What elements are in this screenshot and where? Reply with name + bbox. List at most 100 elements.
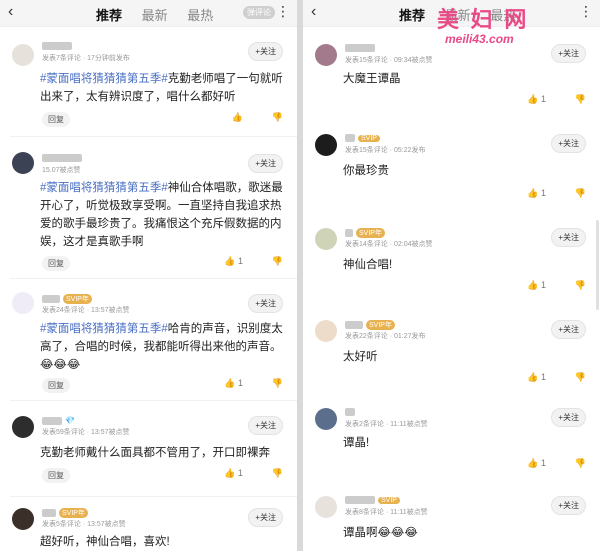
dislike-button[interactable]: 👎 bbox=[575, 280, 586, 291]
avatar[interactable] bbox=[315, 134, 337, 156]
topic-tag[interactable]: #蒙面唱将猜猜猜第五季# bbox=[40, 323, 168, 335]
follow-button[interactable]: +关注 bbox=[248, 42, 283, 61]
dislike-button[interactable]: 👎 bbox=[272, 468, 283, 479]
like-button[interactable]: 👍 1 bbox=[527, 94, 546, 105]
avatar[interactable] bbox=[12, 44, 34, 66]
avatar[interactable] bbox=[315, 228, 337, 250]
comment-item: SVIP年 发表14条评论 · 02:04被点赞 +关注 神仙合唱! 👍 1 👎 bbox=[303, 226, 600, 298]
dislike-button[interactable]: 👎 bbox=[575, 94, 586, 105]
tab-bar: 推荐 最新 最热 bbox=[96, 5, 229, 24]
bullet-comment-toggle[interactable]: 弹评论 bbox=[243, 6, 275, 19]
follow-button[interactable]: +关注 bbox=[248, 154, 283, 173]
dislike-button[interactable]: 👎 bbox=[272, 378, 283, 389]
tab-recommended[interactable]: 推荐 bbox=[96, 8, 122, 23]
follow-button[interactable]: +关注 bbox=[248, 416, 283, 435]
like-count: 1 bbox=[540, 458, 546, 468]
like-button[interactable]: 👍 1 bbox=[224, 256, 243, 267]
follow-button[interactable]: +关注 bbox=[248, 508, 283, 527]
like-count: 1 bbox=[540, 280, 546, 290]
tab-hottest[interactable]: 最热 bbox=[490, 8, 516, 23]
divider bbox=[10, 136, 297, 137]
comment-item: SVIP年 发表5条评论 · 13:57被点赞 +关注 超好听，神仙合唱，喜欢! bbox=[0, 506, 297, 551]
like-button[interactable]: 👍 1 bbox=[527, 372, 546, 383]
comment-text: #蒙面唱将猜猜猜第五季#克勤老师唱了一句就听出来了，太有辨识度了，唱什么都好听 bbox=[40, 73, 283, 103]
comment-item: SVIP年 发表22条评论 · 01:27发布 +关注 太好听 👍 1 👎 bbox=[303, 318, 600, 390]
avatar[interactable] bbox=[315, 320, 337, 342]
avatar[interactable] bbox=[12, 292, 34, 314]
dislike-button[interactable]: 👎 bbox=[272, 112, 283, 123]
back-icon[interactable]: ‹ bbox=[8, 3, 13, 21]
vip-badge: SVIP bbox=[358, 134, 380, 142]
avatar[interactable] bbox=[12, 416, 34, 438]
tab-recommended[interactable]: 推荐 bbox=[399, 8, 425, 23]
comment-meta: 发表22条评论 · 01:27发布 bbox=[345, 333, 426, 340]
like-count: 1 bbox=[237, 378, 243, 388]
username[interactable]: SVIP bbox=[345, 134, 380, 142]
follow-button[interactable]: +关注 bbox=[551, 320, 586, 339]
username[interactable] bbox=[345, 44, 375, 52]
comment-item: SVIP 发表15条评论 · 05:22发布 +关注 你最珍贵 👍 1 👎 bbox=[303, 132, 600, 204]
more-icon[interactable]: ⋮ bbox=[276, 3, 290, 20]
more-icon[interactable]: ⋮ bbox=[579, 3, 593, 20]
reply-button[interactable]: 回复 bbox=[42, 468, 70, 483]
like-button[interactable]: 👍 bbox=[232, 112, 243, 123]
comment-text: 谭晶! bbox=[343, 437, 370, 449]
username[interactable]: SVIP bbox=[345, 496, 400, 504]
comment-meta: 发表7条评论 · 17分钟前发布 bbox=[42, 55, 130, 62]
like-count: 1 bbox=[540, 188, 546, 198]
comment-meta: 发表5条评论 · 13:57被点赞 bbox=[42, 521, 126, 528]
comment-item: 发表15条评论 · 09:34被点赞 +关注 大魔王谭晶 👍 1 👎 bbox=[303, 42, 600, 114]
vip-badge: SVIP bbox=[378, 496, 400, 504]
username[interactable]: SVIP年 bbox=[42, 294, 92, 304]
comment-text: #蒙面唱将猜猜猜第五季#神仙合体唱歌，歌迷最开心了，听觉极致享受啊。一直坚持自我… bbox=[40, 182, 283, 248]
follow-button[interactable]: +关注 bbox=[551, 228, 586, 247]
back-icon[interactable]: ‹ bbox=[311, 3, 316, 21]
vip-badge: SVIP年 bbox=[63, 294, 92, 304]
like-button[interactable]: 👍 1 bbox=[527, 280, 546, 291]
dislike-button[interactable]: 👎 bbox=[575, 188, 586, 199]
avatar[interactable] bbox=[12, 508, 34, 530]
username[interactable] bbox=[42, 154, 82, 162]
avatar[interactable] bbox=[315, 408, 337, 430]
avatar[interactable] bbox=[315, 496, 337, 518]
reply-button[interactable]: 回复 bbox=[42, 112, 70, 127]
like-button[interactable]: 👍 1 bbox=[224, 468, 243, 479]
tab-latest[interactable]: 最新 bbox=[142, 8, 168, 23]
reply-button[interactable]: 回复 bbox=[42, 378, 70, 393]
avatar[interactable] bbox=[315, 44, 337, 66]
follow-button[interactable]: +关注 bbox=[551, 408, 586, 427]
like-button[interactable]: 👍 1 bbox=[527, 188, 546, 199]
right-panel: ‹ 推荐 最新 最热 ⋮ 美 妇 网 meili43.com 发表15条评论 ·… bbox=[303, 0, 600, 551]
comment-text: 谭晶啊😂😂😂 bbox=[343, 527, 418, 539]
scrollbar[interactable] bbox=[596, 220, 599, 310]
comment-item: 发表2条评论 · 11:11被点赞 +关注 谭晶! 👍 1 👎 bbox=[303, 406, 600, 478]
follow-button[interactable]: +关注 bbox=[551, 44, 586, 63]
tab-latest[interactable]: 最新 bbox=[445, 8, 471, 23]
username[interactable]: SVIP年 bbox=[345, 320, 395, 330]
comment-text: 太好听 bbox=[343, 351, 378, 363]
follow-button[interactable]: +关注 bbox=[551, 134, 586, 153]
follow-button[interactable]: +关注 bbox=[248, 294, 283, 313]
tab-hottest[interactable]: 最热 bbox=[187, 8, 213, 23]
username[interactable]: SVIP年 bbox=[345, 228, 385, 238]
username[interactable] bbox=[42, 42, 72, 50]
topic-tag[interactable]: #蒙面唱将猜猜猜第五季# bbox=[40, 73, 168, 85]
comment-text: 神仙合唱! bbox=[343, 259, 393, 271]
dislike-button[interactable]: 👎 bbox=[575, 458, 586, 469]
top-bar: ‹ 推荐 最新 最热 弹评论 ⋮ bbox=[0, 0, 297, 27]
username[interactable]: 💎 bbox=[42, 416, 75, 425]
like-count: 1 bbox=[540, 94, 546, 104]
username[interactable]: SVIP年 bbox=[42, 508, 88, 518]
diamond-badge: 💎 bbox=[65, 416, 75, 425]
top-bar: ‹ 推荐 最新 最热 ⋮ bbox=[303, 0, 600, 27]
topic-tag[interactable]: #蒙面唱将猜猜猜第五季# bbox=[40, 182, 168, 194]
like-button[interactable]: 👍 1 bbox=[527, 458, 546, 469]
username[interactable] bbox=[345, 408, 355, 416]
reply-button[interactable]: 回复 bbox=[42, 256, 70, 271]
dislike-button[interactable]: 👎 bbox=[575, 372, 586, 383]
follow-button[interactable]: +关注 bbox=[551, 496, 586, 515]
avatar[interactable] bbox=[12, 152, 34, 174]
comment-text: 超好听，神仙合唱，喜欢! bbox=[40, 536, 170, 548]
like-button[interactable]: 👍 1 bbox=[224, 378, 243, 389]
dislike-button[interactable]: 👎 bbox=[272, 256, 283, 267]
